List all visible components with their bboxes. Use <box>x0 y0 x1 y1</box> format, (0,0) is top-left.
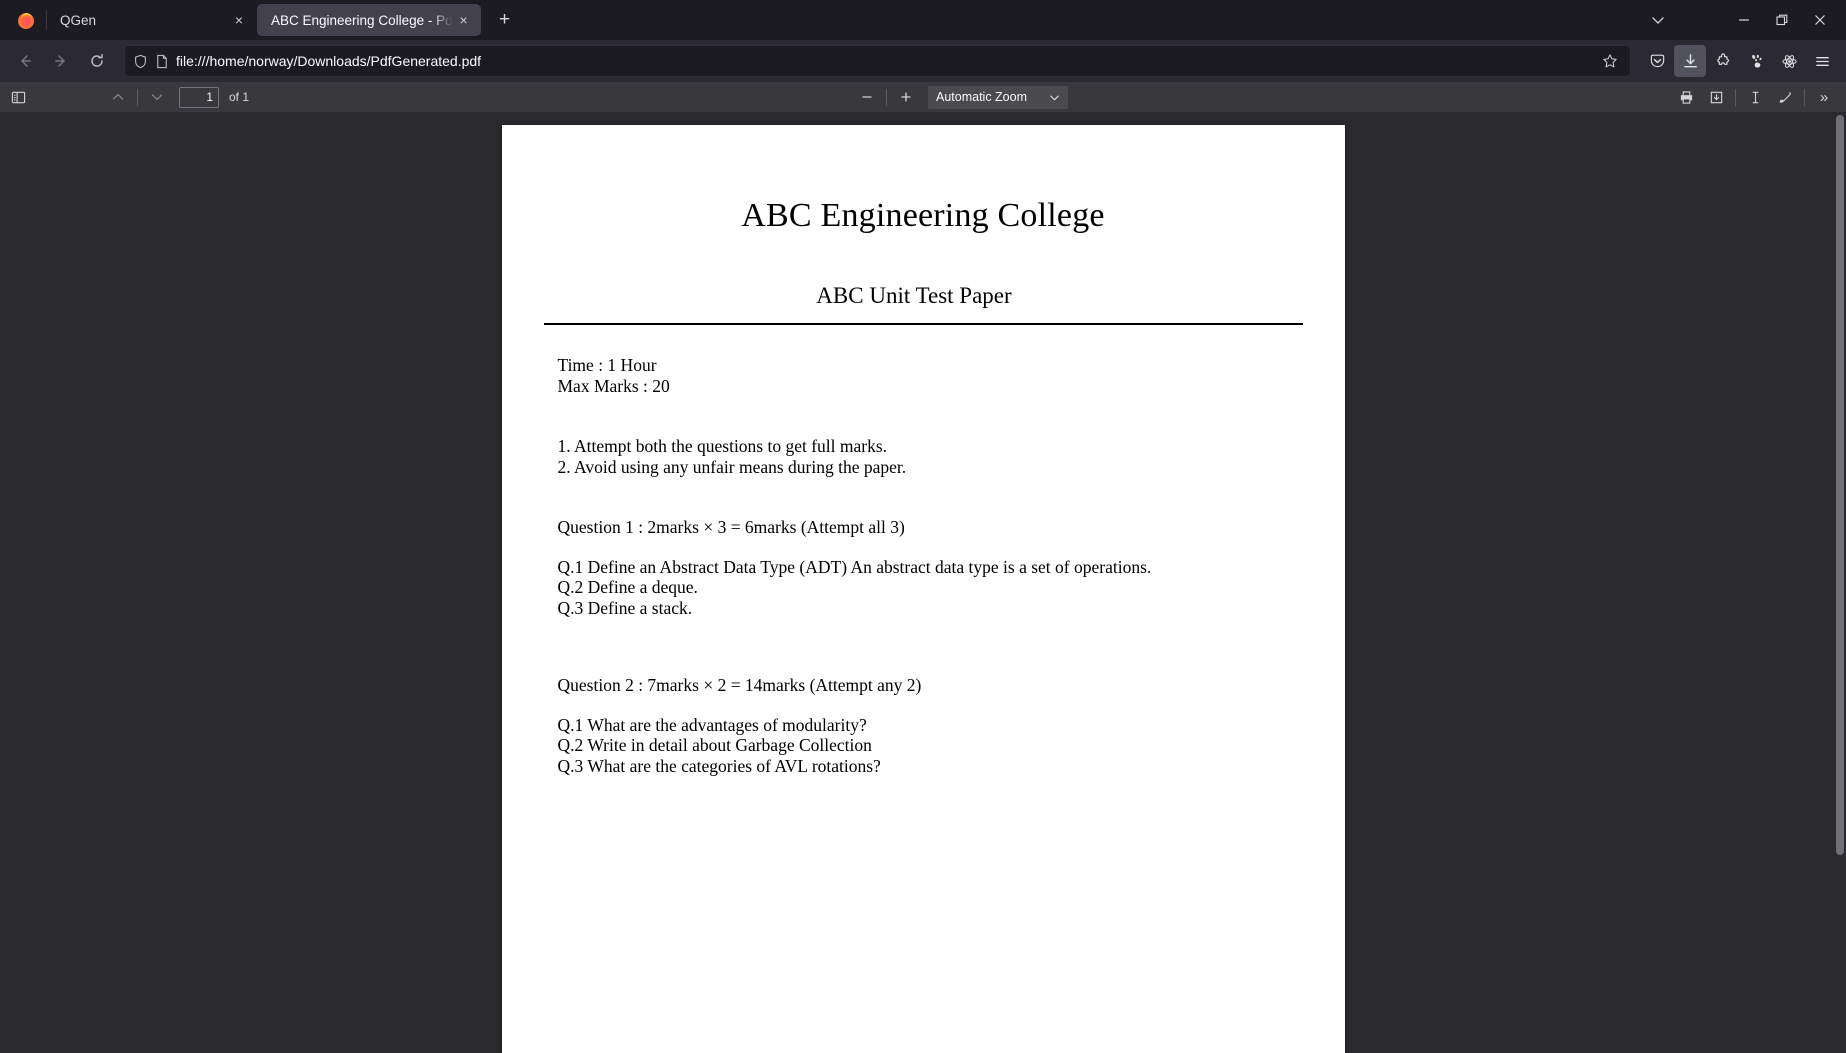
app-menu-icon[interactable] <box>1806 45 1838 77</box>
reload-button[interactable] <box>80 45 114 77</box>
close-icon[interactable]: × <box>453 9 475 31</box>
divider <box>1804 88 1805 106</box>
minimize-button[interactable] <box>1726 4 1762 36</box>
tab-qgen[interactable]: QGen × <box>46 4 256 36</box>
list-all-tabs-icon[interactable] <box>1638 4 1678 36</box>
document-body: Time : 1 Hour Max Marks : 20 1. Attempt … <box>502 355 1345 776</box>
react-icon[interactable] <box>1773 45 1805 77</box>
print-icon[interactable] <box>1672 85 1700 110</box>
divider <box>1735 88 1736 106</box>
divider <box>137 88 138 106</box>
maximize-restore-button[interactable] <box>1764 4 1800 36</box>
more-tools-icon[interactable]: » <box>1810 85 1838 110</box>
draw-tool-icon[interactable] <box>1771 85 1799 110</box>
window-controls <box>1638 4 1840 36</box>
browser-window: QGen × ABC Engineering College - Pd × + <box>0 0 1846 1053</box>
pdf-page: ABC Engineering College ABC Unit Test Pa… <box>501 125 1345 1053</box>
extensions-icon[interactable] <box>1707 45 1739 77</box>
pdf-toolbar-left: 1 of 1 <box>4 85 249 110</box>
exam-max-marks: Max Marks : 20 <box>557 375 670 396</box>
pdf-toolbar-right: » <box>1672 85 1842 110</box>
url-text: file:///home/norway/Downloads/PdfGenerat… <box>176 53 482 69</box>
exam-time: Time : 1 Hour <box>557 355 657 375</box>
text-select-tool-icon[interactable] <box>1741 85 1769 110</box>
page-count-label: of 1 <box>229 90 250 104</box>
question-1-heading: Question 1 : 2marks × 3 = 6marks (Attemp… <box>557 517 905 537</box>
previous-page-icon[interactable] <box>104 85 132 110</box>
question-1-item-3: Q.3 Define a stack. <box>557 597 693 618</box>
page-file-icon <box>155 54 169 69</box>
vertical-scrollbar[interactable] <box>1834 113 1846 1053</box>
question-2-heading: Question 2 : 7marks × 2 = 14marks (Attem… <box>557 675 922 695</box>
question-2-item-2: Q.2 Write in detail about Garbage Collec… <box>557 735 872 755</box>
scrollbar-thumb[interactable] <box>1836 115 1844 855</box>
instruction-2: 2. Avoid using any unfair means during t… <box>557 456 907 477</box>
sidebar-toggle-icon[interactable] <box>4 85 32 110</box>
chevron-down-icon <box>1049 92 1060 103</box>
pdf-zoom-controls: Automatic Zoom <box>853 85 1069 110</box>
downloads-icon[interactable] <box>1674 45 1706 77</box>
save-icon[interactable] <box>1702 85 1730 110</box>
page-number-input[interactable]: 1 <box>179 86 219 108</box>
forward-button[interactable] <box>44 45 78 77</box>
divider <box>886 88 887 106</box>
zoom-level-label: Automatic Zoom <box>936 90 1028 104</box>
zoom-in-button[interactable] <box>892 85 920 110</box>
title-divider <box>543 323 1303 325</box>
pdf-toolbar: 1 of 1 Automatic Zoom » <box>0 82 1846 113</box>
question-2-item-3: Q.3 What are the categories of AVL rotat… <box>557 755 881 776</box>
tab-label: QGen <box>60 12 97 28</box>
firefox-logo-icon <box>12 6 40 34</box>
document-subtitle: ABC Unit Test Paper <box>816 283 1012 308</box>
next-page-icon[interactable] <box>143 85 171 110</box>
address-bar[interactable]: file:///home/norway/Downloads/PdfGenerat… <box>124 45 1631 77</box>
browser-actions <box>1641 45 1838 77</box>
tab-strip: QGen × ABC Engineering College - Pd × + <box>0 0 1846 40</box>
tab-label: ABC Engineering College - Pd <box>271 12 453 28</box>
gnome-icon[interactable] <box>1740 45 1772 77</box>
back-button[interactable] <box>8 45 42 77</box>
close-icon[interactable]: × <box>228 9 250 31</box>
new-tab-button[interactable]: + <box>490 5 520 35</box>
shield-icon <box>133 54 148 69</box>
close-window-button[interactable] <box>1802 4 1838 36</box>
bookmark-star-icon[interactable] <box>1602 53 1618 69</box>
question-1-item-1: Q.1 Define an Abstract Data Type (ADT) A… <box>557 556 1152 577</box>
question-2-item-1: Q.1 What are the advantages of modularit… <box>557 714 867 735</box>
pocket-icon[interactable] <box>1641 45 1673 77</box>
pdf-viewer[interactable]: ABC Engineering College ABC Unit Test Pa… <box>0 113 1846 1053</box>
question-1-item-2: Q.2 Define a deque. <box>557 577 698 597</box>
tab-abc-engineering-college[interactable]: ABC Engineering College - Pd × <box>257 4 481 36</box>
instruction-1: 1. Attempt both the questions to get ful… <box>557 436 888 456</box>
document-title: ABC Engineering College <box>741 197 1105 234</box>
zoom-out-button[interactable] <box>853 85 881 110</box>
navigation-toolbar: file:///home/norway/Downloads/PdfGenerat… <box>0 40 1846 82</box>
zoom-level-select[interactable]: Automatic Zoom <box>928 85 1069 109</box>
